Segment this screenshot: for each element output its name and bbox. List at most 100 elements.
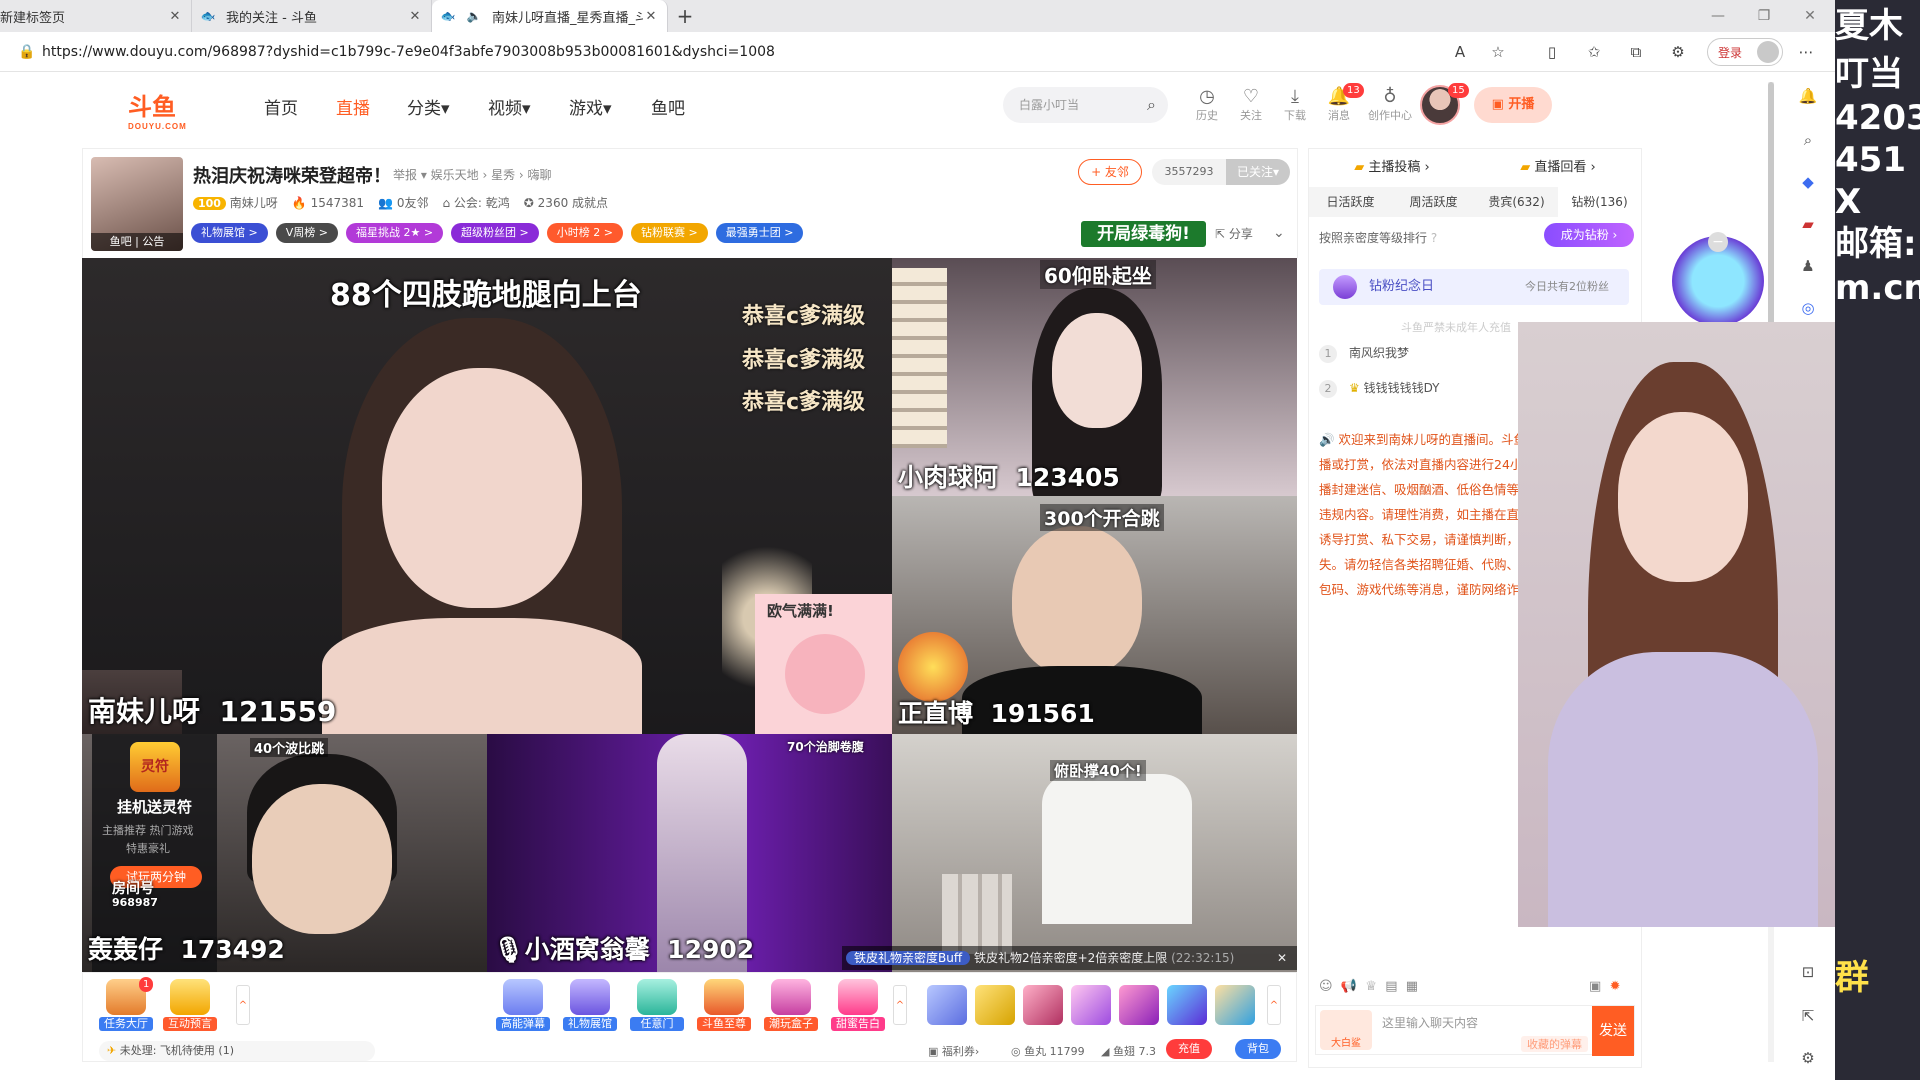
more-menu-icon[interactable]: ⋯ [1794,40,1818,64]
header-messages[interactable]: 🔔 消息 13 [1319,83,1364,123]
user-avatar[interactable]: 15 [1420,83,1469,125]
task-hall-button[interactable]: 任务大厅 1 [99,977,154,1031]
nav-category[interactable]: 分类▾ [407,94,450,119]
firework-icon[interactable]: ✹ [1610,979,1621,994]
saved-danmu-button[interactable]: 收藏的弹幕 [1521,1036,1588,1052]
external-link-icon[interactable]: ⇱ [1798,1007,1818,1027]
backpack-button[interactable]: 背包 [1235,1039,1281,1059]
collapse-promo-icon[interactable]: − [1708,232,1728,252]
favorite-star-icon[interactable]: ☆ [1486,40,1510,64]
collapse-arrow-icon[interactable]: ^ [236,985,250,1025]
browser-login-button[interactable]: 登录 [1707,38,1783,66]
crown-small-icon[interactable]: ♕ [1365,979,1377,994]
horn-icon[interactable]: 📢 [1341,979,1357,994]
notification-icon[interactable]: 🔔 [1798,87,1818,107]
anchor-name[interactable]: 南妹儿呀 [230,196,278,210]
circle-app-icon[interactable]: ◎ [1798,299,1818,319]
split-screen-icon[interactable]: ▯ [1540,40,1564,64]
gift-confess-button[interactable]: 甜蜜告白 [831,979,885,1031]
rank-item[interactable]: 1 南风织我梦 [1319,344,1409,363]
chat-input[interactable]: 大白鲨 这里输入聊天内容 收藏的弹幕 发送 [1315,1005,1635,1056]
gift-item-1[interactable] [927,985,967,1025]
favorites-icon[interactable]: ✩ [1582,40,1606,64]
search-icon[interactable]: ⌕ [1147,87,1156,123]
nav-fishbar[interactable]: 鱼吧 [651,94,685,119]
close-icon[interactable]: ✕ [167,9,183,24]
send-button[interactable]: 发送 [1592,1006,1634,1056]
gift-supreme-button[interactable]: 斗鱼至尊 [697,979,751,1031]
share-button[interactable]: ⇱ 分享 [1215,225,1253,242]
prediction-button[interactable]: 互动预言 [163,979,217,1031]
friend-button[interactable]: + 友邻 [1078,159,1142,185]
nav-video[interactable]: 视频▾ [488,94,531,119]
followed-button[interactable]: 已关注▾ [1226,159,1290,185]
settings-gear-icon[interactable]: ⚙ [1798,1049,1818,1069]
close-icon[interactable]: ✕ [1277,946,1287,970]
gift-hall-button[interactable]: 礼物展馆 [563,979,617,1031]
close-icon[interactable]: ✕ [407,9,423,24]
collapse-arrow-icon[interactable]: ^ [893,985,907,1025]
read-aloud-icon[interactable]: A [1448,40,1472,64]
tab-my-follows[interactable]: 🐟 我的关注 - 斗鱼 ✕ [192,0,432,32]
restore-button[interactable]: ❐ [1741,0,1787,32]
help-icon[interactable]: ? [1431,231,1437,245]
nav-home[interactable]: 首页 [264,94,298,119]
close-window-button[interactable]: ✕ [1787,0,1833,32]
gift-portal-button[interactable]: 任意门 [630,979,684,1031]
header-history[interactable]: ◷ 历史 [1187,87,1227,123]
gift-item-7[interactable] [1215,985,1255,1025]
tag-lucky-challenge[interactable]: 福星挑战 2★ > [345,223,444,243]
tag-gift-hall[interactable]: 礼物展馆 > [191,223,268,243]
screenshot-icon[interactable]: ⊡ [1798,963,1818,983]
anchor-submission-link[interactable]: ▰ 主播投稿 › [1309,149,1475,187]
header-follow[interactable]: ♡ 关注 [1231,87,1271,123]
gift-small-icon[interactable]: ▦ [1406,979,1418,994]
diamond-anniversary[interactable]: 钻粉纪念日 今日共有2位粉丝 [1319,269,1629,305]
become-diamond-button[interactable]: 成为钻粉 › [1544,223,1634,247]
minimize-button[interactable]: — [1695,0,1741,32]
pending-notice[interactable]: ✈ 未处理: 飞机待使用 (1) [99,1041,375,1061]
scrollbar-thumb[interactable] [1768,82,1774,342]
gift-item-4[interactable] [1071,985,1111,1025]
gift-item-2[interactable] [975,985,1015,1025]
douyu-logo[interactable]: 斗鱼 DOUYU.COM [128,87,208,131]
header-download[interactable]: ⤓ 下载 [1275,87,1315,123]
tag-warriors[interactable]: 最强勇士团 > [715,223,804,243]
speaker-icon[interactable]: 🔈 [466,8,482,24]
gift-item-3[interactable] [1023,985,1063,1025]
tab-daily[interactable]: 日活跃度 [1309,187,1392,217]
tab-live-room[interactable]: 🐟 🔈 南妹儿呀直播_星秀直播_斗鱼 ✕ [432,0,668,32]
rail-search-icon[interactable]: ⌕ [1798,131,1818,151]
tag-icon[interactable]: ◆ [1798,173,1818,193]
collections-icon[interactable]: ⧉ [1624,40,1648,64]
gift-box-button[interactable]: 潮玩盒子 [764,979,818,1031]
tab-diamond[interactable]: 钻粉(136) [1558,187,1641,217]
guild-label[interactable]: ⌂ 公会: 乾鸿 [442,194,509,211]
gift-item-6[interactable] [1167,985,1207,1025]
briefcase-icon[interactable]: ▰ [1798,215,1818,235]
emoji-icon[interactable]: ☺ [1319,979,1333,994]
tab-vip[interactable]: 贵宾(632) [1475,187,1558,217]
header-creator[interactable]: ♁ 创作中心 [1365,87,1415,123]
search-input[interactable]: 白露小叮当 ⌕ [1003,87,1168,123]
replay-link[interactable]: ▰ 直播回看 › [1475,149,1641,187]
promo-banner[interactable]: 开局绿毒狗! [1081,221,1206,247]
url-field[interactable]: 🔒 https://www.douyu.com/968987?dyshid=c1… [12,37,1422,67]
gift-item-5[interactable] [1119,985,1159,1025]
screen-icon[interactable]: ▣ [1589,979,1601,994]
tab-weekly[interactable]: 周活跃度 [1392,187,1475,217]
nav-games[interactable]: 游戏▾ [569,94,612,119]
tag-diamond-league[interactable]: 钻粉联赛 > [630,223,708,243]
gift-danmu-button[interactable]: 高能弹幕 [496,979,550,1031]
tab-new-tab[interactable]: 新建标签页 ✕ [0,0,192,32]
recharge-button[interactable]: 充值 [1166,1039,1212,1059]
fan-badge-icon[interactable]: ▤ [1385,979,1397,994]
avatar-links[interactable]: 鱼吧 | 公告 [91,233,183,251]
extensions-icon[interactable]: ⚙ [1666,40,1690,64]
tag-v-weekly[interactable]: V周榜 > [275,223,338,243]
welfare-link[interactable]: ▣ 福利券› [928,1043,979,1059]
achievement-points[interactable]: ✪ 2360 成就点 [524,194,608,211]
collapse-arrow-icon[interactable]: ^ [1267,985,1281,1025]
start-live-button[interactable]: ▣ 开播 [1474,87,1552,123]
tag-hourly-rank[interactable]: 小时榜 2 > [546,223,623,243]
